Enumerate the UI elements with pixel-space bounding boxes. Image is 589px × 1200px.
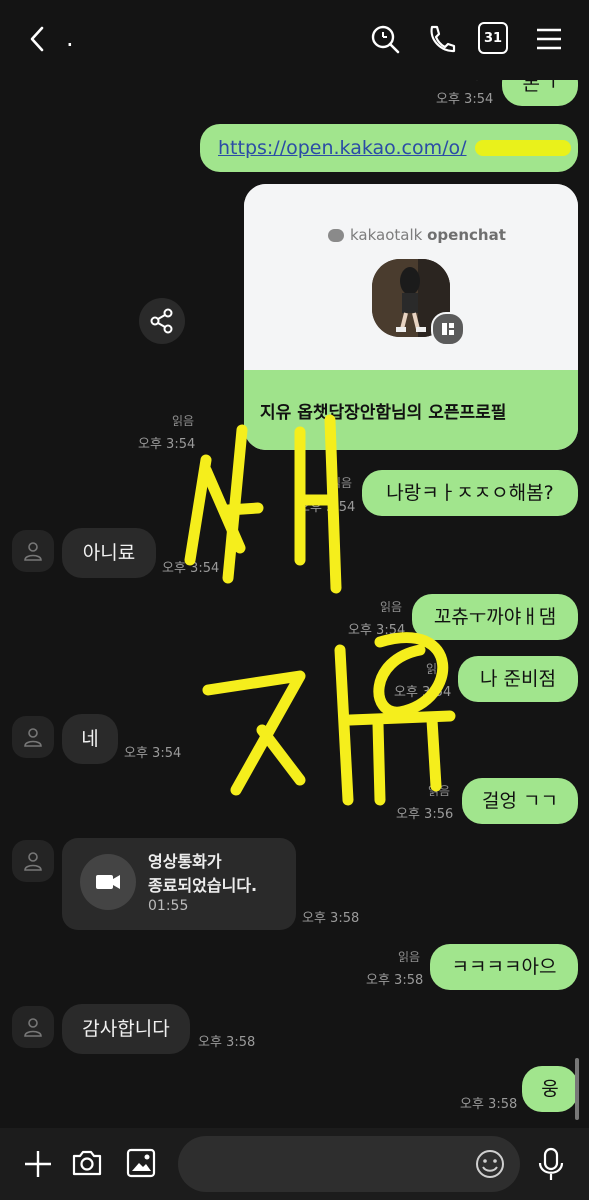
scrollbar[interactable] <box>575 1058 579 1120</box>
openchat-caption: 지유 옵챗답장안함님의 오픈프로필 <box>244 370 578 450</box>
message-time: 오후 3:54 <box>348 623 406 638</box>
message-time: 오후 3:58 <box>198 1035 256 1050</box>
message-bubble[interactable]: 꼬츄ㅜ까야ㅐ댐 <box>412 594 578 640</box>
message-time: 오후 3:54 <box>298 500 356 515</box>
video-call-bubble[interactable]: 영상통화가 종료되었습니다. 01:55 <box>62 838 296 930</box>
message-time: 오후 3:54 <box>162 561 220 576</box>
chat-title: . <box>66 24 74 52</box>
call-duration: 01:55 <box>148 898 189 914</box>
avatar[interactable] <box>12 530 54 572</box>
message-bubble[interactable]: 감사합니다 <box>62 1004 190 1054</box>
person-icon <box>24 1018 42 1037</box>
person-icon <box>24 728 42 747</box>
camera-icon[interactable] <box>70 1146 104 1180</box>
message-time: 오후 3:58 <box>302 911 360 926</box>
redacted-mark <box>474 140 571 156</box>
message-time: 오후 3:54 <box>138 437 196 452</box>
kakao-logo-icon <box>328 229 344 242</box>
message-bubble[interactable]: 웅 <box>522 1066 578 1112</box>
mic-icon[interactable] <box>536 1146 566 1182</box>
read-receipt: 읽음 <box>428 784 451 798</box>
plus-icon[interactable] <box>22 1148 54 1180</box>
profile-badge-icon <box>431 312 465 346</box>
message-input[interactable] <box>178 1136 520 1192</box>
message-time: 오후 3:56 <box>396 807 454 822</box>
link-message[interactable]: https://open.kakao.com/o/ <box>200 124 578 172</box>
message-time: 오후 3:54 <box>394 685 452 700</box>
search-icon[interactable] <box>368 22 402 56</box>
message-bubble[interactable]: 걸엉 ㄱㄱ <box>462 778 578 824</box>
back-icon[interactable] <box>22 22 56 56</box>
phone-icon[interactable] <box>424 22 458 56</box>
chat-area: 읽음 오후 3:54 돈ㄱ https://open.kakao.com/o/ … <box>0 0 589 1128</box>
openchat-preview: kakaotalk openchat <box>244 184 578 370</box>
share-button[interactable] <box>139 298 185 344</box>
openchat-brand: kakaotalk openchat <box>328 226 506 244</box>
emoji-icon[interactable] <box>474 1148 506 1180</box>
message-bubble[interactable]: ㅋㅋㅋㅋ아으 <box>430 944 578 990</box>
message-time: 오후 3:54 <box>124 746 182 761</box>
read-receipt: 읽음 <box>172 414 195 428</box>
bottom-input-bar <box>0 1128 589 1200</box>
read-receipt: 읽음 <box>380 600 403 614</box>
calendar-icon[interactable]: 31 <box>478 22 508 54</box>
person-icon <box>24 542 42 561</box>
message-bubble[interactable]: 나 준비점 <box>458 656 578 702</box>
video-call-button <box>80 854 136 910</box>
message-time: 오후 3:58 <box>460 1097 518 1112</box>
read-receipt: 읽음 <box>426 662 449 676</box>
read-receipt: 읽음 <box>330 476 353 490</box>
read-receipt: 읽음 <box>398 950 421 964</box>
video-icon <box>96 875 120 889</box>
avatar[interactable] <box>12 1006 54 1048</box>
message-bubble[interactable]: 네 <box>62 714 118 764</box>
share-icon <box>150 308 173 334</box>
message-time: 오후 3:58 <box>366 973 424 988</box>
menu-icon[interactable] <box>532 22 566 56</box>
message-time: 오후 3:54 <box>436 92 494 107</box>
top-bar: . 31 <box>0 0 589 80</box>
message-bubble[interactable]: 아니료 <box>62 528 156 578</box>
openchat-card[interactable]: kakaotalk openchat 지유 옵챗답장안함님의 오픈프로필 <box>244 184 578 450</box>
message-bubble[interactable]: 나랑ㅋㅏㅈㅈㅇ해봄? <box>362 470 578 516</box>
gallery-icon[interactable] <box>124 1146 158 1180</box>
avatar[interactable] <box>12 716 54 758</box>
person-icon <box>24 852 42 871</box>
avatar[interactable] <box>12 840 54 882</box>
link-text[interactable]: https://open.kakao.com/o/ <box>218 136 467 160</box>
call-status: 영상통화가 종료되었습니다. <box>148 852 258 895</box>
